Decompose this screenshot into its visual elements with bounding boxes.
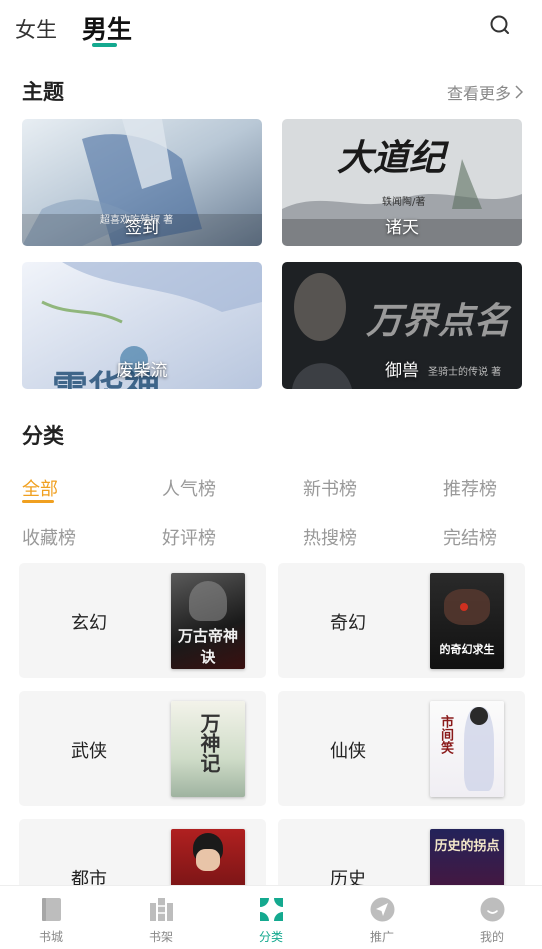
theme-cover-title: 大道纪 [337, 137, 446, 179]
theme-cover-title: 万界点名 [366, 300, 511, 342]
category-name: 武侠 [71, 741, 107, 762]
theme-card-zhutian[interactable]: 大道纪 轶闻陶/著 诸天 [282, 119, 522, 246]
tab-female[interactable]: 女生 [15, 14, 57, 44]
book-cover-title: 历史的拐点 [434, 839, 500, 854]
nav-label: 书架 [148, 930, 173, 944]
see-more-link[interactable]: 查看更多 [447, 80, 524, 104]
category-grid-icon [260, 898, 283, 921]
tab-new-books[interactable]: 新书榜 [303, 475, 383, 501]
tab-favorites[interactable]: 收藏榜 [22, 524, 102, 550]
theme-card-feichailiu[interactable]: 雷华神 废柴流 [22, 262, 262, 389]
category-card-xuanhuan[interactable]: 玄幻 万古帝神诀 [19, 563, 266, 678]
tab-male[interactable]: 男生 [82, 10, 132, 46]
nav-category[interactable]: 分类 [236, 886, 306, 949]
book-cover-title: 的奇幻求生 [439, 643, 495, 656]
nav-label: 分类 [258, 930, 283, 944]
bottom-navigation: 书城 书架 分类 推广 我的 [0, 885, 542, 949]
book-cover-title: 市间笑 [438, 715, 453, 754]
theme-card-label: 诸天 [385, 218, 419, 238]
category-name: 仙侠 [330, 741, 366, 762]
book-cover: 的奇幻求生 [430, 573, 504, 669]
chevron-right-icon [515, 85, 524, 99]
category-section-title: 分类 [22, 424, 64, 448]
nav-label: 推广 [369, 930, 394, 944]
nav-label: 我的 [479, 930, 504, 944]
tab-hot-search[interactable]: 热搜榜 [303, 524, 383, 550]
category-card-qihuan[interactable]: 奇幻 的奇幻求生 [278, 563, 525, 678]
tab-active-indicator [92, 43, 117, 47]
book-cover: 万古帝神诀 [171, 573, 245, 669]
theme-card-yushou[interactable]: 万界点名 圣骑士的传说 著 御兽 [282, 262, 522, 389]
nav-bookshelf[interactable]: 书架 [126, 886, 196, 949]
nav-bookstore[interactable]: 书城 [16, 886, 86, 949]
share-arrow-icon [370, 897, 395, 922]
category-card-xianxia[interactable]: 仙侠 市间笑 [278, 691, 525, 806]
theme-card-label: 废柴流 [116, 361, 168, 381]
theme-card-label: 御兽 [385, 361, 419, 381]
book-cover-title: 万古帝神诀 [177, 627, 238, 666]
book-cover-title: 万神记 [197, 713, 221, 773]
book-cover: 万神记 [171, 701, 245, 797]
theme-section-title: 主题 [22, 80, 64, 104]
top-header: 女生 男生 [0, 0, 542, 64]
tab-well-rated[interactable]: 好评榜 [162, 524, 242, 550]
book-icon [42, 898, 61, 921]
book-cover: 市间笑 [430, 701, 504, 797]
nav-label: 书城 [38, 930, 63, 944]
tab-popular[interactable]: 人气榜 [162, 475, 242, 501]
see-more-label: 查看更多 [447, 84, 512, 103]
search-button[interactable] [486, 12, 514, 40]
category-card-wuxia[interactable]: 武侠 万神记 [19, 691, 266, 806]
tab-completed[interactable]: 完结榜 [443, 524, 523, 550]
tab-recommended[interactable]: 推荐榜 [443, 475, 523, 501]
theme-card-signin[interactable]: 超喜欢吃辣椒 著 签到 [22, 119, 262, 246]
bookshelf-icon [150, 898, 173, 921]
theme-cover-caption: 轶闻陶/著 [382, 197, 426, 208]
category-tab-indicator [22, 500, 54, 503]
search-icon [490, 15, 509, 34]
category-name: 奇幻 [330, 613, 366, 634]
nav-profile[interactable]: 我的 [457, 886, 527, 949]
theme-card-label: 签到 [125, 218, 159, 238]
tab-all[interactable]: 全部 [22, 475, 102, 501]
nav-promote[interactable]: 推广 [347, 886, 417, 949]
profile-icon [480, 897, 505, 922]
category-name: 玄幻 [71, 613, 107, 634]
